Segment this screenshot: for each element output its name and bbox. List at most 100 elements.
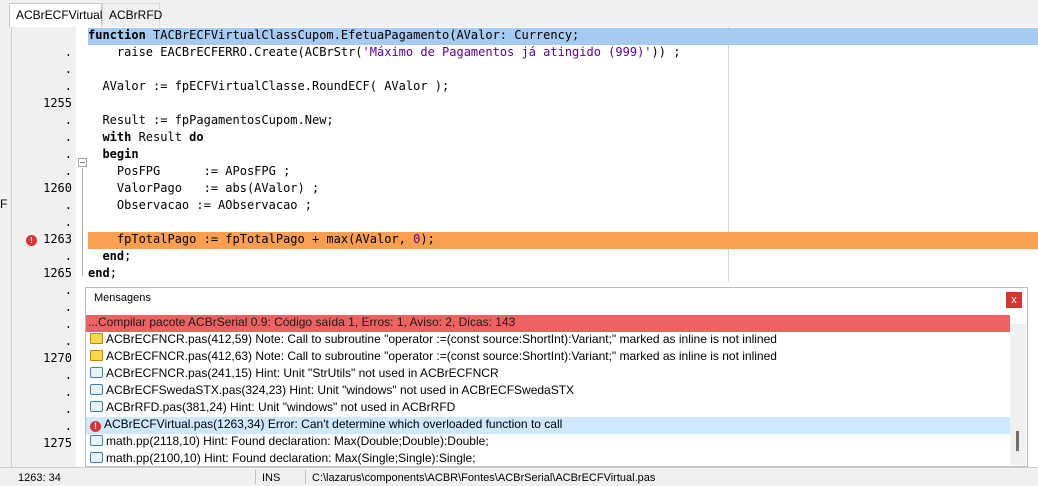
code-line-result[interactable]: Result := fpPagamentosCupom.New; [88,113,1038,130]
hint-icon [90,452,103,463]
code-line-posfpg[interactable]: PosFPG := APosFPG ; [88,164,1038,181]
keyword: begin [102,147,139,161]
message-text: math.pp(2118,10) Hint: Found declaration… [106,434,489,448]
message-item[interactable]: math.pp(2100,10) Hint: Found declaration… [86,451,1010,468]
code-line-end-with[interactable]: end; [88,249,1038,266]
cursor-position: 1263: 34 [18,472,61,484]
gutter-dot: . [64,385,72,399]
code-text: raise EACBrECFERRO.Create(ACBrStr( [88,45,363,59]
message-text: ACBrECFNCR.pas(412,63) Note: Call to sub… [106,349,777,363]
fold-guide [82,168,83,276]
gutter-dot: . [64,317,72,331]
gutter-dot: . [64,402,72,416]
tab-acbrecfvirtual[interactable]: ACBrECFVirtual [9,3,102,27]
fold-toggle-icon[interactable] [78,158,87,167]
gutter-dot: . [64,164,72,178]
line-number: 1260 [43,181,72,195]
error-marker-icon[interactable]: ! [26,235,37,246]
code-text: ); [420,232,435,246]
hint-icon [90,435,103,446]
line-number: 1270 [43,351,72,365]
gutter-dot: . [64,419,72,433]
gutter-dot: . [64,62,72,76]
keyword: end [102,249,125,263]
error-icon: ! [90,421,101,432]
line-number: 1263 [43,232,72,246]
messages-header: Mensagens x [86,288,1027,310]
line-number: 1265 [43,266,72,280]
gutter-dot: . [64,147,72,161]
hint-icon [90,367,103,378]
string-literal: 'Máximo de Pagamentos já atingido (999)' [362,45,652,59]
gutter-dot: . [64,334,72,348]
code-text: )) ; [651,45,681,59]
gutter-dot: . [64,300,72,314]
insert-mode: INS [262,472,281,484]
note-icon [90,333,103,344]
messages-title: Mensagens [94,292,151,304]
line-number: 1255 [43,96,72,110]
gutter-dot: . [64,79,72,93]
message-text: ACBrRFD.pas(381,24) Hint: Unit "windows"… [106,400,456,414]
code-text: ; [109,266,117,280]
message-text: ACBrECFVirtual.pas(1263,34) Error: Can't… [104,417,563,431]
code-line-round[interactable]: AValor := fpECFVirtualClasse.RoundECF( A… [88,79,1038,96]
left-dock-strip: F [0,27,12,467]
code-line-error[interactable]: fpTotalPago := fpTotalPago + max(AValor,… [88,232,1038,249]
hint-icon [90,384,103,395]
keyword: end [88,266,110,280]
gutter-dot: . [64,368,72,382]
gutter-dot: . [64,198,72,212]
keyword: with [102,130,132,144]
code-line-valorpago[interactable]: ValorPago := abs(AValor) ; [88,181,1038,198]
status-divider [255,470,256,484]
message-text: ACBrECFSwedaSTX.pas(324,23) Hint: Unit "… [106,383,575,397]
code-text: TACBrECFVirtualClassCupom.EfetuaPagament… [145,28,580,42]
keyword: function [88,28,146,42]
message-item[interactable]: ACBrECFNCR.pas(412,59) Note: Call to sub… [86,332,1010,349]
message-text: ACBrECFNCR.pas(412,59) Note: Call to sub… [106,332,777,346]
code-line-with[interactable]: with Result do [88,130,1038,147]
messages-scrollbar[interactable] [1010,324,1026,465]
code-text: fpTotalPago := fpTotalPago + max(AValor, [88,232,414,246]
gutter-dot: . [64,113,72,127]
gutter-dot: . [64,130,72,144]
message-item[interactable]: ACBrECFNCR.pas(241,15) Hint: Unit "StrUt… [86,366,1010,383]
tab-bar: ACBrECFVirtual ACBrRFD [0,0,1038,27]
status-bar: 1263: 34 INS C:\lazarus\components\ACBR\… [0,467,1038,486]
keyword: do [189,130,204,144]
code-text: PosFPG := APosFPG ; [88,164,291,178]
code-text: Result [131,130,190,144]
line-number-gutter: ... 1255.... 1260.. 1263!. 1265.... 1270.... 1… [12,27,76,467]
code-line-begin[interactable]: begin [88,147,1038,164]
message-item[interactable]: ACBrECFSwedaSTX.pas(324,23) Hint: Unit "… [86,383,1010,400]
code-text: ValorPago := abs(AValor) ; [88,181,320,195]
code-text: AValor := fpECFVirtualClasse.RoundECF( A… [88,79,450,93]
message-item[interactable]: ! ACBrECFVirtual.pas(1263,34) Error: Can'… [86,417,1010,434]
close-icon[interactable]: x [1006,292,1022,308]
gutter-dot: . [64,283,72,297]
line-number: 1275 [43,436,72,450]
message-text: math.pp(2100,10) Hint: Found declaration… [106,451,476,465]
summary-text: ...Compilar pacote ACBrSerial 0.9: Códig… [88,315,516,329]
message-item[interactable]: math.pp(2118,10) Hint: Found declaration… [86,434,1010,451]
status-divider [305,470,306,484]
compile-summary[interactable]: ...Compilar pacote ACBrSerial 0.9: Códig… [86,315,1010,332]
code-text: ; [124,249,132,263]
tab-acbrrfd[interactable]: ACBrRFD [102,3,162,25]
message-item[interactable]: ACBrECFNCR.pas(412,63) Note: Call to sub… [86,349,1010,366]
scrollbar-thumb[interactable] [1016,431,1019,451]
code-line-observacao[interactable]: Observacao := AObservacao ; [88,198,1038,215]
code-text: Observacao := AObservacao ; [88,198,312,212]
file-path: C:\lazarus\components\ACBR\Fontes\ACBrSe… [312,472,656,484]
message-item[interactable]: ACBrRFD.pas(381,24) Hint: Unit "windows"… [86,400,1010,417]
gutter-dot: . [64,215,72,229]
code-line-raise[interactable]: raise EACBrECFERRO.Create(ACBrStr('Máxim… [88,45,1038,62]
left-strip-label: F [0,197,8,211]
gutter-dot: . [64,249,72,263]
code-line-end-func[interactable]: end; [88,266,1038,283]
code-line-function[interactable]: function TACBrECFVirtualClassCupom.Efetu… [88,28,1038,45]
